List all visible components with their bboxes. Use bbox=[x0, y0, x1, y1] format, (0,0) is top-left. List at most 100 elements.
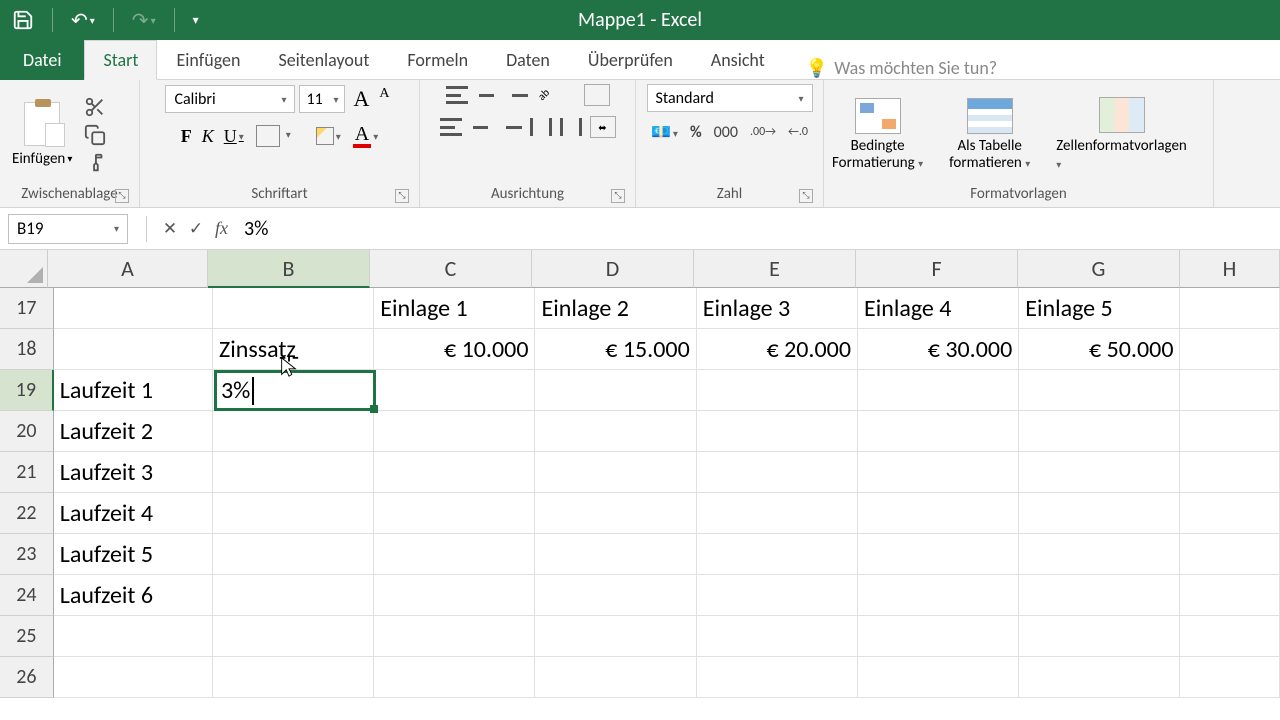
cell-D23[interactable] bbox=[535, 534, 696, 575]
orientation-button[interactable] bbox=[536, 84, 558, 106]
cell-D25[interactable] bbox=[535, 616, 696, 657]
cell-D22[interactable] bbox=[535, 493, 696, 534]
row-header-23[interactable]: 23 bbox=[0, 534, 54, 575]
align-center-icon[interactable] bbox=[470, 118, 492, 136]
cell-F18[interactable]: € 30.000 bbox=[858, 329, 1019, 370]
format-painter-icon[interactable] bbox=[84, 152, 106, 174]
row-header-21[interactable]: 21 bbox=[0, 452, 54, 493]
cell-C21[interactable] bbox=[374, 452, 535, 493]
wrap-text-button[interactable] bbox=[584, 84, 610, 106]
cell-C25[interactable] bbox=[374, 616, 535, 657]
cell-B25[interactable] bbox=[213, 616, 374, 657]
row-header-18[interactable]: 18 bbox=[0, 329, 54, 370]
cell-A19[interactable]: Laufzeit 1 bbox=[54, 370, 213, 411]
font-color-button[interactable]: A▾ bbox=[353, 124, 378, 148]
format-as-table-button[interactable]: Als Tabelleformatieren ▾ bbox=[949, 98, 1030, 171]
cell-G24[interactable] bbox=[1019, 575, 1180, 616]
cell-F22[interactable] bbox=[858, 493, 1019, 534]
underline-button[interactable]: U▾ bbox=[224, 126, 244, 147]
cell-A18[interactable] bbox=[54, 329, 213, 370]
row-header-26[interactable]: 26 bbox=[0, 657, 54, 698]
cell-H18[interactable] bbox=[1180, 329, 1280, 370]
cell-A21[interactable]: Laufzeit 3 bbox=[54, 452, 213, 493]
tell-me-search[interactable]: 💡 Was möchten Sie tun? bbox=[794, 57, 1009, 79]
tab-pagelayout[interactable]: Seitenlayout bbox=[259, 40, 388, 80]
cell-F17[interactable]: Einlage 4 bbox=[858, 288, 1019, 329]
col-header-A[interactable]: A bbox=[48, 250, 208, 288]
cell-H23[interactable] bbox=[1180, 534, 1280, 575]
name-box[interactable]: B19▾ bbox=[8, 214, 128, 244]
row-header-24[interactable]: 24 bbox=[0, 575, 54, 616]
currency-button[interactable]: 💶▾ bbox=[651, 122, 678, 142]
align-middle-icon[interactable] bbox=[476, 86, 498, 104]
cell-E20[interactable] bbox=[697, 411, 858, 452]
cell-B18[interactable]: Zinssatz bbox=[213, 329, 374, 370]
cell-G18[interactable]: € 50.000 bbox=[1019, 329, 1180, 370]
cell-B20[interactable] bbox=[213, 411, 374, 452]
cell-C23[interactable] bbox=[374, 534, 535, 575]
cell-H26[interactable] bbox=[1180, 657, 1280, 698]
cell-E22[interactable] bbox=[697, 493, 858, 534]
cell-G23[interactable] bbox=[1019, 534, 1180, 575]
cell-E21[interactable] bbox=[697, 452, 858, 493]
font-size-select[interactable]: 11▾ bbox=[299, 85, 345, 113]
percent-button[interactable]: % bbox=[690, 123, 702, 142]
cell-C22[interactable] bbox=[374, 493, 535, 534]
cell-A26[interactable] bbox=[54, 657, 213, 698]
cell-H19[interactable] bbox=[1180, 370, 1280, 411]
decrease-font-icon[interactable]: A bbox=[375, 84, 393, 114]
italic-button[interactable]: K bbox=[202, 126, 214, 147]
row-header-20[interactable]: 20 bbox=[0, 411, 54, 452]
formula-input[interactable]: 3% bbox=[234, 217, 1280, 241]
col-header-G[interactable]: G bbox=[1018, 250, 1180, 288]
qat-customize-icon[interactable]: ▾ bbox=[193, 13, 199, 28]
tab-data[interactable]: Daten bbox=[487, 40, 569, 80]
cell-C26[interactable] bbox=[374, 657, 535, 698]
row-header-17[interactable]: 17 bbox=[0, 288, 54, 329]
cell-B21[interactable] bbox=[213, 452, 374, 493]
tab-home[interactable]: Start bbox=[84, 40, 157, 80]
increase-decimal-icon[interactable]: .00→ bbox=[750, 125, 776, 139]
cell-F20[interactable] bbox=[858, 411, 1019, 452]
cell-F24[interactable] bbox=[858, 575, 1019, 616]
fill-color-button[interactable]: ▾ bbox=[316, 127, 341, 145]
decrease-indent-icon[interactable] bbox=[530, 118, 552, 136]
cell-B26[interactable] bbox=[213, 657, 374, 698]
row-header-19[interactable]: 19 bbox=[0, 370, 54, 411]
conditional-formatting-button[interactable]: BedingteFormatierung ▾ bbox=[832, 98, 923, 171]
cell-B23[interactable] bbox=[213, 534, 374, 575]
alignment-dialog-launcher[interactable]: ⤡ bbox=[611, 189, 625, 203]
cell-G25[interactable] bbox=[1019, 616, 1180, 657]
font-dialog-launcher[interactable]: ⤡ bbox=[395, 189, 409, 203]
merge-button[interactable]: ⬌ bbox=[590, 116, 616, 138]
cell-B22[interactable] bbox=[213, 493, 374, 534]
cell-E18[interactable]: € 20.000 bbox=[697, 329, 858, 370]
cancel-icon[interactable]: ✕ bbox=[157, 216, 183, 242]
tab-formulas[interactable]: Formeln bbox=[388, 40, 487, 80]
confirm-icon[interactable]: ✓ bbox=[183, 216, 209, 242]
col-header-B[interactable]: B bbox=[208, 250, 370, 288]
decrease-decimal-icon[interactable]: ←.0 bbox=[788, 125, 808, 139]
cell-C24[interactable] bbox=[374, 575, 535, 616]
cell-G17[interactable]: Einlage 5 bbox=[1019, 288, 1180, 329]
cell-F21[interactable] bbox=[858, 452, 1019, 493]
row-header-22[interactable]: 22 bbox=[0, 493, 54, 534]
col-header-F[interactable]: F bbox=[856, 250, 1018, 288]
cell-D24[interactable] bbox=[535, 575, 696, 616]
font-name-select[interactable]: Calibri▾ bbox=[165, 85, 295, 113]
clipboard-dialog-launcher[interactable]: ⤡ bbox=[115, 189, 129, 203]
cell-B24[interactable] bbox=[213, 575, 374, 616]
increase-font-icon[interactable]: A bbox=[349, 84, 373, 114]
cell-G21[interactable] bbox=[1019, 452, 1180, 493]
cut-icon[interactable] bbox=[84, 96, 106, 118]
undo-icon[interactable]: ↶▾ bbox=[71, 8, 95, 33]
cell-H21[interactable] bbox=[1180, 452, 1280, 493]
tab-view[interactable]: Ansicht bbox=[692, 40, 784, 80]
row-header-25[interactable]: 25 bbox=[0, 616, 54, 657]
cell-C17[interactable]: Einlage 1 bbox=[374, 288, 535, 329]
cell-A23[interactable]: Laufzeit 5 bbox=[54, 534, 213, 575]
cell-G19[interactable] bbox=[1019, 370, 1180, 411]
cell-D18[interactable]: € 15.000 bbox=[535, 329, 696, 370]
tab-insert[interactable]: Einfügen bbox=[157, 40, 259, 80]
borders-button[interactable] bbox=[256, 125, 280, 147]
